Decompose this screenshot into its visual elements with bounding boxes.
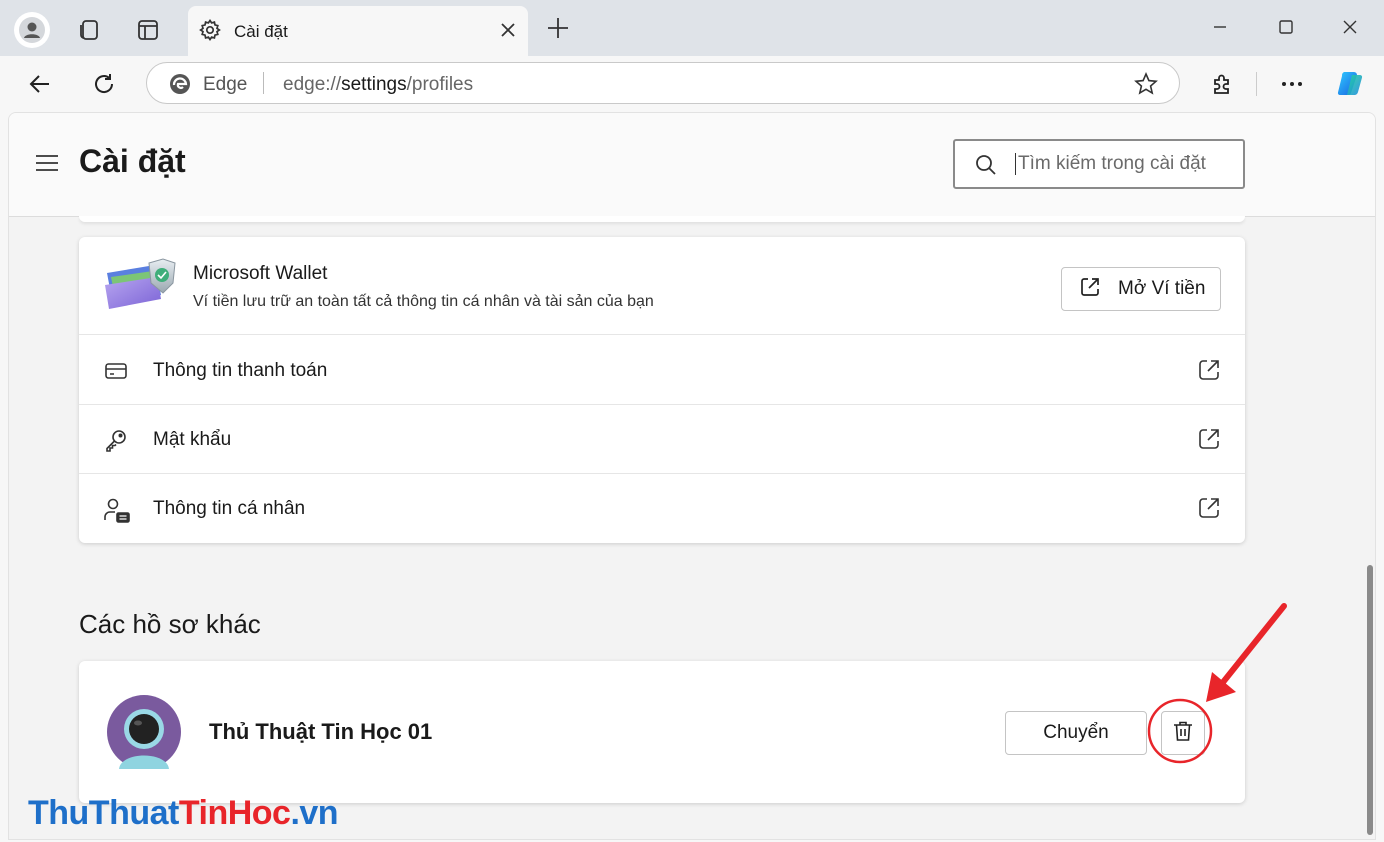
refresh-icon[interactable] [88,68,120,100]
omnibox-brand: Edge [203,74,248,95]
wallet-card: Microsoft Wallet Ví tiền lưu trữ an toàn… [79,237,1245,543]
wallet-header: Microsoft Wallet Ví tiền lưu trữ an toàn… [79,237,1245,335]
profile-row: Thủ Thuật Tin Học 01 Chuyển [79,661,1245,803]
astronaut-avatar-icon [107,695,181,774]
previous-card-edge [79,216,1245,222]
url-highlight: settings [341,74,407,95]
scrollbar[interactable] [1367,565,1373,835]
favorite-star-icon[interactable] [1133,71,1159,102]
trash-icon [1171,719,1195,748]
wallet-item-personal-info[interactable]: Thông tin cá nhân [79,474,1245,543]
external-link-icon[interactable] [1197,358,1221,387]
settings-search-box[interactable] [953,139,1245,189]
minimize-icon[interactable] [1200,12,1240,42]
workspaces-icon[interactable] [74,14,106,46]
open-wallet-button[interactable]: Mở Ví tiền [1061,267,1221,311]
edge-logo-icon [169,73,191,100]
tab-title: Cài đặt [234,22,288,41]
wallet-logo-icon [103,257,179,318]
watermark-part3: .vn [290,794,339,832]
title-bar: Cài đặt [0,0,1384,56]
address-bar[interactable]: Edge edge://settings/profiles [146,62,1180,104]
other-profiles-heading: Các hồ sơ khác [79,609,261,639]
settings-content: Cài đặt Tìm kiếm trong cài đặt Microsoft… [8,112,1376,840]
page-title: Cài đặt [79,143,186,179]
navigation-bar: Edge edge://settings/profiles [0,56,1384,110]
switch-profile-button[interactable]: Chuyển [1005,711,1147,755]
watermark-part2: TinHoc [178,794,291,832]
wallet-item-label: Mật khẩu [153,429,232,450]
tab-settings[interactable]: Cài đặt [188,6,528,56]
extensions-icon[interactable] [1206,68,1238,100]
new-tab-icon[interactable] [544,14,572,47]
settings-header: Cài đặt [9,113,1375,217]
gear-icon [198,18,222,47]
url-suffix: /profiles [406,74,474,95]
profile-button[interactable] [14,12,50,48]
hamburger-menu-icon[interactable] [35,153,59,178]
profile-name: Thủ Thuật Tin Học 01 [209,719,433,744]
search-input[interactable] [1015,153,1229,175]
back-arrow-icon[interactable] [24,68,56,100]
open-wallet-label: Mở Ví tiền [1118,278,1206,299]
person-card-icon [103,496,131,529]
close-window-icon[interactable] [1330,12,1370,42]
omnibox-separator [263,72,264,94]
toolbar-divider [1256,72,1257,96]
search-icon [975,154,997,181]
url-prefix: edge:// [283,74,342,95]
external-link-icon[interactable] [1197,496,1221,525]
credit-card-icon [103,358,129,389]
wallet-item-passwords[interactable]: Mật khẩu [79,405,1245,474]
copilot-icon[interactable] [1334,68,1366,100]
external-link-icon [1078,275,1102,304]
watermark-part1: ThuThuat [28,794,179,832]
wallet-description: Ví tiền lưu trữ an toàn tất cả thông tin… [193,293,654,310]
wallet-title: Microsoft Wallet [193,263,328,284]
external-link-icon[interactable] [1197,427,1221,456]
person-icon [19,17,45,43]
more-options-icon[interactable] [1276,68,1308,100]
vertical-tabs-icon[interactable] [132,14,164,46]
delete-profile-button[interactable] [1161,711,1205,755]
wallet-item-label: Thông tin thanh toán [153,360,328,381]
close-tab-icon[interactable] [498,20,518,45]
maximize-icon[interactable] [1266,12,1306,42]
url-text: edge://settings/profiles [283,74,473,96]
wallet-item-payment-info[interactable]: Thông tin thanh toán [79,336,1245,405]
watermark-logo: ThuThuatTinHoc.vn [28,794,339,833]
key-icon [103,427,129,458]
wallet-item-label: Thông tin cá nhân [153,498,306,519]
